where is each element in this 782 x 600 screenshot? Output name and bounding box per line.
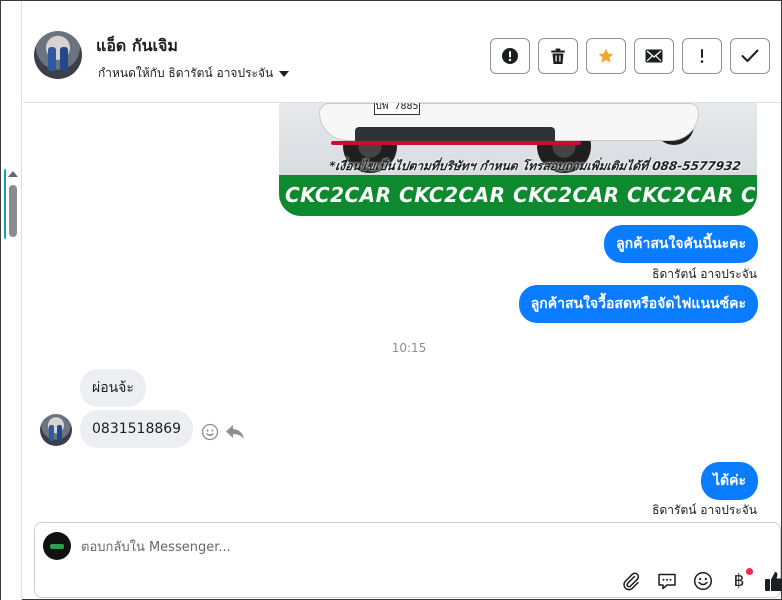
promo-text: *เงื่อนไขเป็นไปตามที่บริษัทฯ กำหนด โทรสอ…: [328, 159, 742, 173]
incoming-message[interactable]: 0831518869: [80, 410, 194, 448]
contact-avatar[interactable]: [34, 31, 82, 79]
delete-button[interactable]: [538, 38, 578, 74]
scrollbar-thumb[interactable]: [9, 185, 17, 237]
incoming-message[interactable]: ผ่อนจ้ะ: [80, 369, 146, 407]
reply-input[interactable]: [81, 535, 681, 559]
scroll-up-arrow-icon[interactable]: [8, 171, 18, 177]
like-button[interactable]: [757, 570, 782, 592]
caret-down-icon: [279, 70, 290, 77]
alert-circle-icon: [502, 48, 518, 64]
assign-dropdown[interactable]: กำหนดให้กับ ธิดารัตน์ อาจประจัน: [98, 64, 290, 83]
checkmark-icon: [741, 49, 759, 62]
outgoing-message[interactable]: ได้ค่ะ: [700, 462, 758, 500]
star-button[interactable]: [586, 38, 626, 74]
sender-name: ธิดารัตน์ อาจประจัน: [652, 503, 757, 517]
thumbs-up-icon: [765, 572, 782, 591]
assigned-to-label: กำหนดให้กับ ธิดารัตน์ อาจประจัน: [98, 66, 274, 80]
reply-arrow-icon: [226, 425, 244, 439]
trash-icon: [551, 48, 565, 64]
active-indicator: [4, 169, 6, 239]
left-strip: [1, 1, 22, 600]
emoji-icon: [693, 571, 713, 591]
mark-unread-button[interactable]: [634, 38, 674, 74]
envelope-icon: [645, 49, 663, 63]
car-red-lip: [331, 141, 581, 145]
exclamation-icon: [700, 49, 704, 63]
emoji-button[interactable]: [685, 570, 721, 592]
contact-name[interactable]: แอ็ด กันเจิม: [96, 34, 178, 59]
mark-spam-button[interactable]: [490, 38, 530, 74]
mark-done-button[interactable]: [730, 38, 770, 74]
messenger-window: แอ็ด กันเจิม กำหนดให้กับ ธิดารัตน์ อาจปร…: [0, 0, 782, 600]
reply-button[interactable]: [225, 424, 245, 440]
action-toolbar: [490, 38, 778, 74]
reply-composer: ฿: [34, 522, 782, 598]
message-thread: บพ 7885 *เงื่อนไขเป็นไปตามที่บริษัทฯ กำห…: [23, 103, 781, 518]
license-plate: บพ 7885: [374, 103, 420, 115]
outgoing-message[interactable]: ลูกค้าสนใจคันนี้นะคะ: [604, 225, 758, 263]
contact-avatar-small: [40, 414, 72, 446]
brand-banner: CKC2CAR CKC2CAR CKC2CAR CKC2CAR CKC2CAR …: [279, 175, 757, 216]
attach-button[interactable]: [613, 570, 649, 592]
star-icon: [598, 48, 614, 63]
payment-button[interactable]: ฿: [721, 568, 757, 592]
saved-replies-button[interactable]: [649, 570, 685, 592]
page-avatar: [43, 532, 71, 560]
message-timestamp: 10:15: [391, 341, 427, 355]
outgoing-message[interactable]: ลูกค้าสนใจวื้อสดหรือจัดไฟแนนซ์คะ: [518, 285, 758, 323]
baht-icon: ฿: [733, 571, 745, 591]
paperclip-icon: [623, 572, 640, 591]
sender-name: ธิดารัตน์ อาจประจัน: [652, 267, 757, 281]
car-photo-attachment[interactable]: บพ 7885 *เงื่อนไขเป็นไปตามที่บริษัทฯ กำห…: [279, 103, 757, 216]
conversation-header: แอ็ด กันเจิม กำหนดให้กับ ธิดารัตน์ อาจปร…: [23, 9, 781, 103]
smiley-icon: [201, 423, 219, 441]
composer-toolbar: ฿: [613, 568, 782, 592]
message-tools: [201, 423, 251, 441]
follow-up-button[interactable]: [682, 38, 722, 74]
notification-dot: [746, 568, 753, 575]
react-button[interactable]: [201, 423, 219, 441]
chat-bubble-icon: [658, 573, 676, 590]
